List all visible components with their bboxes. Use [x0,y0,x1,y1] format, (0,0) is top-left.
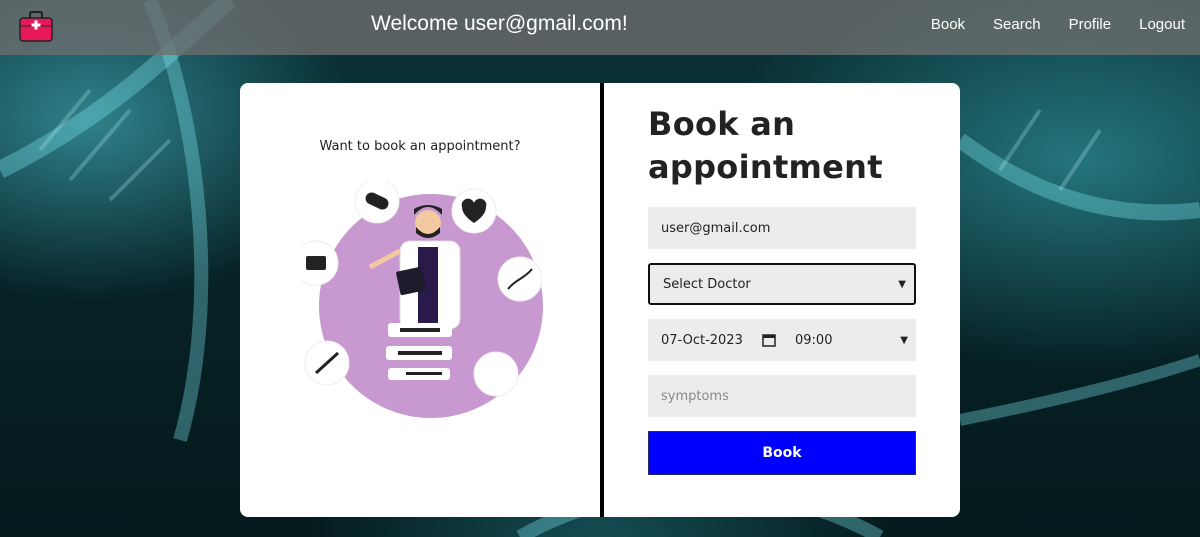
book-button[interactable]: Book [648,431,916,475]
symptoms-input[interactable]: symptoms [648,375,916,417]
chevron-down-icon: ▼ [898,278,906,290]
nav-links: Book Search Profile Logout [931,16,1185,33]
form-title: Book an appointment [648,103,883,189]
date-value: 07-Oct-2023 [661,332,743,348]
top-navbar: Welcome user@gmail.com! Book Search Prof… [0,0,1200,55]
date-input[interactable]: 07-Oct-2023 [648,319,782,361]
form-title-line1: Book an [648,105,796,143]
welcome-message: Welcome user@gmail.com! [371,12,628,35]
form-title-line2: appointment [648,148,883,186]
doctor-select-value: Select Doctor [663,276,751,292]
doctor-select[interactable]: Select Doctor ▼ [648,263,916,305]
medical-bag-icon[interactable] [19,11,53,42]
booking-card: Want to book an appointment? Book an app… [240,83,960,517]
illustration-panel: Want to book an appointment? [240,83,600,517]
doctor-illustration [293,178,552,425]
nav-search-link[interactable]: Search [993,16,1041,33]
email-field[interactable]: user@gmail.com [648,207,916,249]
calendar-icon[interactable] [762,333,776,347]
nav-profile-link[interactable]: Profile [1069,16,1112,33]
nav-logout-link[interactable]: Logout [1139,16,1185,33]
time-select[interactable]: 09:00 ▼ [782,319,916,361]
booking-form: Book an appointment user@gmail.com Selec… [604,83,960,517]
time-value: 09:00 [795,332,833,348]
chevron-down-icon: ▼ [900,334,908,346]
booking-prompt: Want to book an appointment? [319,139,521,154]
nav-book-link[interactable]: Book [931,16,965,33]
